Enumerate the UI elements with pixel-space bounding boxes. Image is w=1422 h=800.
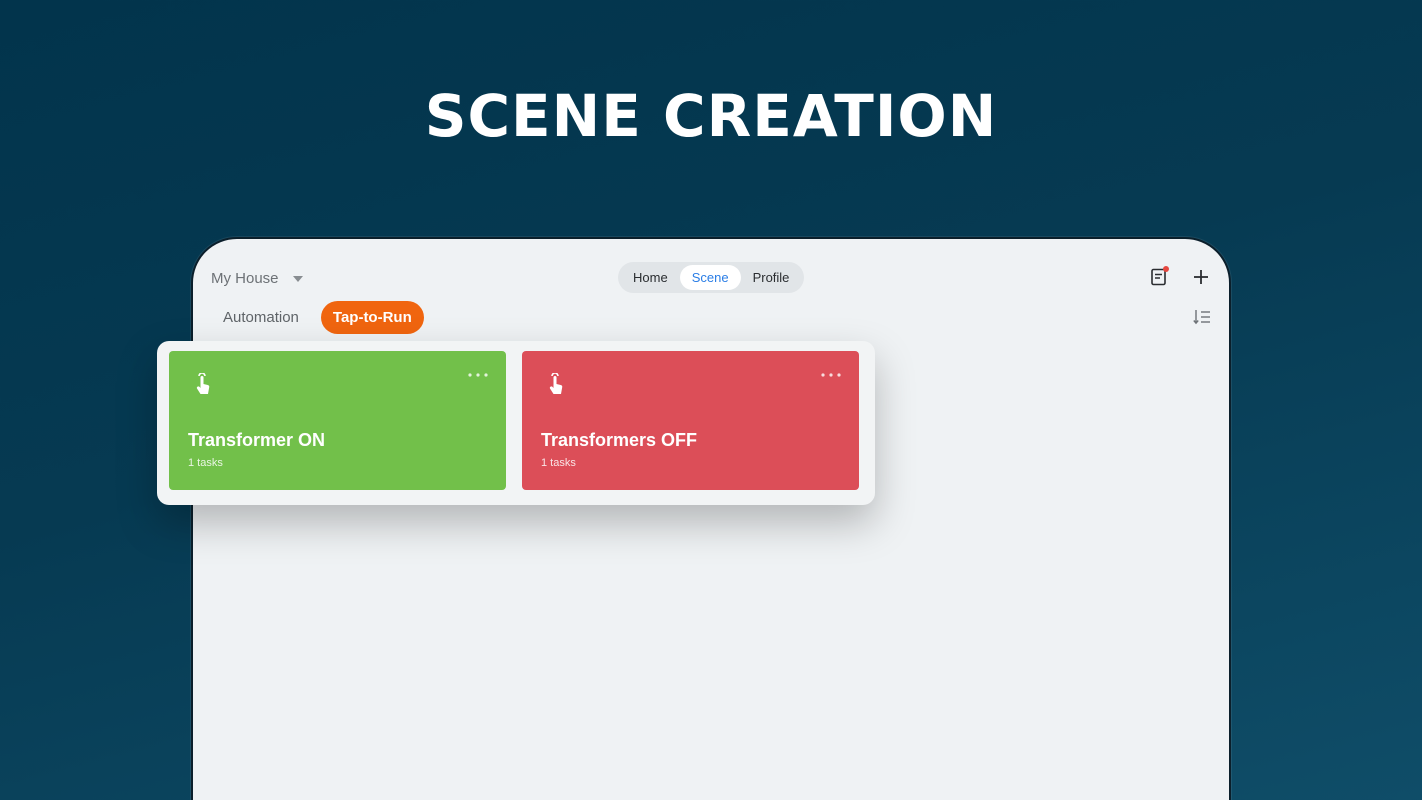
- main-nav: Home Scene Profile: [618, 262, 805, 293]
- more-dots-icon[interactable]: [468, 373, 488, 377]
- scene-task-count: 1 tasks: [188, 457, 223, 469]
- scene-card-transformer-on[interactable]: Transformer ON 1 tasks: [169, 351, 506, 490]
- notes-button[interactable]: [1149, 266, 1169, 287]
- sort-button[interactable]: [1193, 309, 1211, 330]
- top-actions: [1149, 266, 1211, 287]
- nav-scene[interactable]: Scene: [679, 265, 741, 290]
- tab-tap-to-run[interactable]: Tap-to-Run: [320, 301, 424, 334]
- chevron-down-icon: [292, 275, 303, 282]
- scene-name: Transformers OFF: [541, 430, 698, 450]
- tap-hand-icon: [549, 373, 563, 394]
- home-selector[interactable]: My House: [211, 270, 303, 287]
- scene-tabs: Automation Tap-to-Run: [211, 301, 424, 334]
- add-scene-button[interactable]: [1191, 267, 1211, 287]
- scene-name: Transformer ON: [188, 430, 326, 450]
- tap-hand-icon: [196, 373, 210, 394]
- home-selector-label: My House: [211, 270, 279, 287]
- page-headline: SCENE CREATION: [424, 82, 998, 150]
- tablet-screen: My House Home Scene Profile Automation T…: [191, 237, 1231, 800]
- tab-automation[interactable]: Automation: [211, 301, 311, 334]
- notification-dot: [1163, 266, 1169, 272]
- scene-card-transformers-off[interactable]: Transformers OFF 1 tasks: [522, 351, 859, 490]
- scene-list: Transformer ON 1 tasks Transformers OFF …: [157, 341, 875, 505]
- nav-profile[interactable]: Profile: [741, 265, 802, 290]
- nav-home[interactable]: Home: [621, 265, 680, 290]
- scene-task-count: 1 tasks: [541, 457, 576, 469]
- sort-icon: [1193, 310, 1210, 325]
- plus-icon: [1194, 270, 1208, 284]
- more-dots-icon[interactable]: [821, 373, 841, 377]
